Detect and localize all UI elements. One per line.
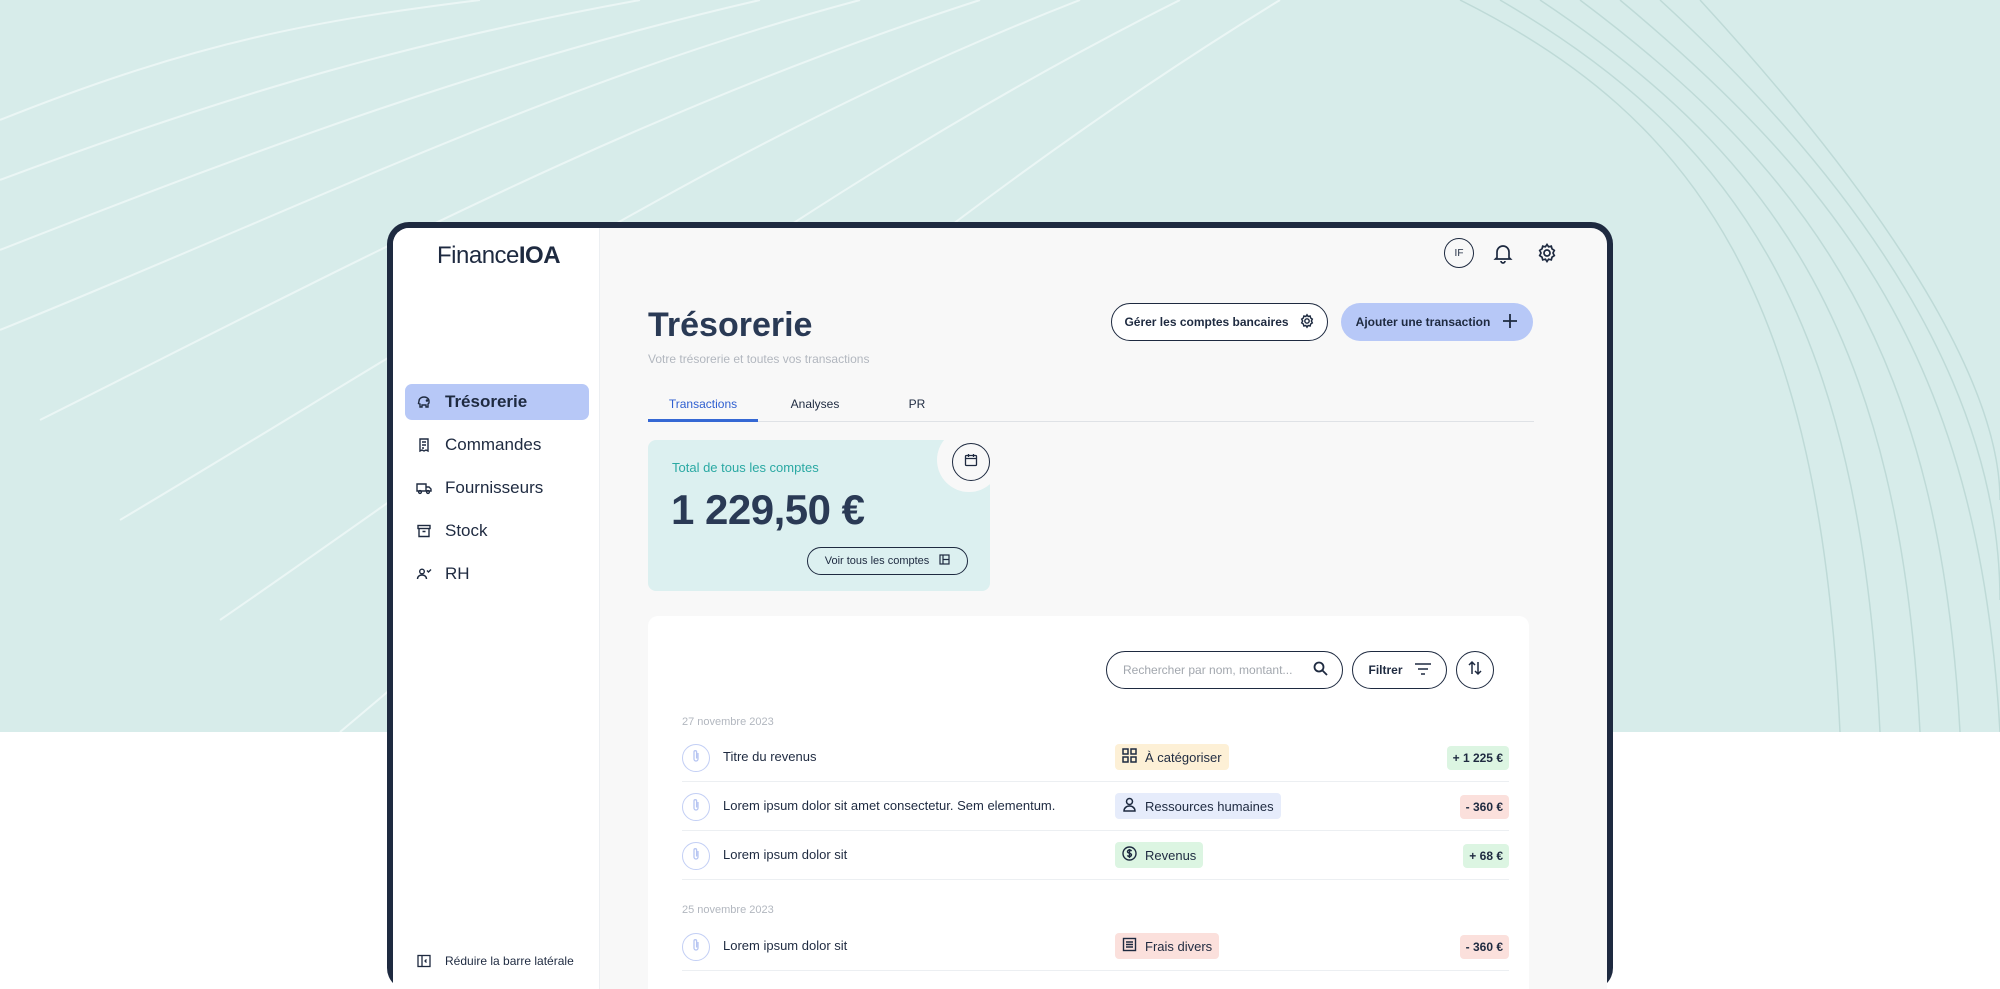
category-label: Frais divers — [1145, 938, 1213, 954]
laptop-frame: FinanceIOA Trésorerie Commandes Fourniss… — [387, 222, 1613, 989]
see-all-accounts-label: Voir tous les comptes — [824, 555, 930, 567]
person-icon — [1122, 797, 1137, 815]
amount-badge: - 360 € — [1459, 795, 1509, 819]
grid-icon — [1122, 748, 1137, 766]
category-badge[interactable]: À catégoriser — [1115, 744, 1229, 770]
sidebar-item-commandes[interactable]: Commandes — [405, 427, 589, 463]
sidebar-item-label: Commandes — [445, 435, 542, 454]
receipt-icon — [416, 437, 432, 453]
topbar-actions: IF — [1444, 238, 1562, 268]
transaction-title: Lorem ipsum dolor sit amet consectetur. … — [723, 798, 1056, 813]
sidebar-item-tresorerie[interactable]: Trésorerie — [405, 384, 589, 420]
sidebar-item-fournisseurs[interactable]: Fournisseurs — [405, 470, 589, 506]
search-icon — [1313, 661, 1328, 679]
brand-part-1: Finance — [437, 242, 519, 269]
app-screen: FinanceIOA Trésorerie Commandes Fourniss… — [393, 228, 1607, 989]
filter-icon — [1414, 662, 1431, 678]
total-label: Total de tous les comptes — [672, 460, 819, 475]
table-row[interactable]: Titre du revenus À catégoriser + 1 225 € — [682, 733, 1509, 782]
filter-label: Filtrer — [1368, 663, 1403, 677]
collapse-sidebar-button[interactable]: Réduire la barre latérale — [417, 954, 574, 968]
archive-icon — [416, 523, 432, 539]
transaction-title: Lorem ipsum dolor sit — [723, 847, 848, 862]
gear-icon[interactable] — [1532, 238, 1562, 268]
tab-transactions[interactable]: Transactions — [648, 392, 758, 422]
amount-badge: - 360 € — [1459, 935, 1509, 959]
sidebar-collapse-icon — [417, 954, 431, 968]
add-transaction-label: Ajouter une transaction — [1355, 315, 1491, 329]
table-icon — [939, 554, 950, 568]
filter-button[interactable]: Filtrer — [1352, 651, 1447, 689]
paperclip-icon — [691, 749, 701, 768]
sidebar-item-rh[interactable]: RH — [405, 556, 589, 592]
attachment-button[interactable] — [682, 744, 710, 772]
sort-button[interactable] — [1456, 651, 1494, 689]
category-label: Revenus — [1145, 847, 1197, 863]
attachment-button[interactable] — [682, 842, 710, 870]
sort-arrows-icon — [1467, 660, 1483, 681]
table-row[interactable]: Lorem ipsum dolor sit amet consectetur. … — [682, 782, 1509, 831]
transaction-title: Lorem ipsum dolor sit — [723, 938, 848, 953]
brand-part-2: IOA — [518, 242, 561, 269]
group-date: 27 novembre 2023 — [682, 716, 774, 728]
category-label: À catégoriser — [1145, 749, 1222, 765]
amount-badge: + 1 225 € — [1446, 746, 1509, 770]
avatar[interactable]: IF — [1444, 238, 1474, 268]
calendar-icon — [964, 453, 978, 472]
tab-pr[interactable]: PR — [882, 392, 952, 422]
plus-icon — [1502, 313, 1518, 332]
transaction-title: Titre du revenus — [723, 749, 817, 764]
group-date: 25 novembre 2023 — [682, 904, 774, 916]
sidebar: FinanceIOA Trésorerie Commandes Fourniss… — [393, 228, 600, 989]
bell-icon[interactable] — [1488, 238, 1518, 268]
table-row[interactable]: Lorem ipsum dolor sit Frais divers - 360… — [682, 922, 1509, 971]
category-badge[interactable]: Revenus — [1115, 842, 1204, 868]
sidebar-nav: Trésorerie Commandes Fournisseurs Stock … — [405, 384, 589, 599]
search-input[interactable]: Rechercher par nom, montant... — [1106, 651, 1343, 689]
collapse-sidebar-label: Réduire la barre latérale — [445, 954, 574, 968]
manage-bank-accounts-label: Gérer les comptes bancaires — [1124, 315, 1289, 329]
sidebar-item-stock[interactable]: Stock — [405, 513, 589, 549]
calendar-button[interactable] — [952, 443, 990, 481]
see-all-accounts-button[interactable]: Voir tous les comptes — [807, 547, 968, 575]
page-subtitle: Votre trésorerie et toutes vos transacti… — [648, 352, 870, 366]
dollar-icon — [1122, 846, 1137, 864]
manage-bank-accounts-button[interactable]: Gérer les comptes bancaires — [1111, 303, 1328, 341]
users-icon — [416, 566, 432, 582]
piggy-bank-icon — [416, 394, 432, 410]
truck-icon — [416, 480, 432, 496]
amount-badge: + 68 € — [1463, 844, 1509, 868]
main-content: IF Trésorerie Votre trésorerie et toutes… — [600, 228, 1607, 989]
attachment-button[interactable] — [682, 793, 710, 821]
search-placeholder: Rechercher par nom, montant... — [1123, 663, 1293, 677]
transactions-panel: Rechercher par nom, montant... Filtrer 2… — [648, 616, 1529, 989]
sidebar-item-label: RH — [445, 564, 470, 583]
paperclip-icon — [691, 798, 701, 817]
tab-bar: Transactions Analyses PR — [648, 392, 1534, 422]
add-transaction-button[interactable]: Ajouter une transaction — [1341, 303, 1533, 341]
total-value: 1 229,50 € — [671, 486, 865, 533]
page-title: Trésorerie — [648, 306, 813, 344]
tab-analyses[interactable]: Analyses — [768, 392, 862, 422]
sidebar-item-label: Fournisseurs — [445, 478, 544, 497]
sidebar-item-label: Trésorerie — [445, 392, 528, 411]
attachment-button[interactable] — [682, 933, 710, 961]
sidebar-item-label: Stock — [445, 521, 488, 540]
total-balance-card: Total de tous les comptes 1 229,50 € Voi… — [648, 428, 1001, 591]
brand-logo[interactable]: FinanceIOA — [437, 242, 561, 270]
category-badge[interactable]: Ressources humaines — [1115, 793, 1281, 819]
list-icon — [1122, 937, 1137, 955]
paperclip-icon — [691, 847, 701, 866]
paperclip-icon — [691, 938, 701, 957]
gear-icon — [1299, 313, 1315, 332]
category-label: Ressources humaines — [1145, 798, 1274, 814]
category-badge[interactable]: Frais divers — [1115, 933, 1220, 959]
table-row[interactable]: Lorem ipsum dolor sit Revenus + 68 € — [682, 831, 1509, 880]
